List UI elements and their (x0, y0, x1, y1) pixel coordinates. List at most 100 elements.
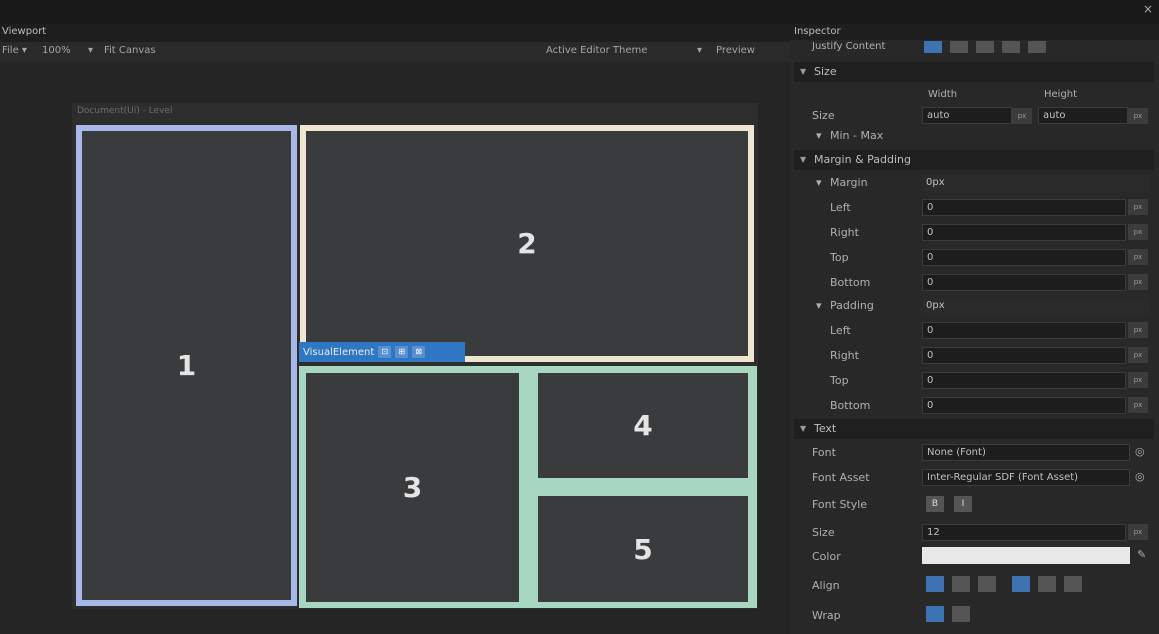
height-field[interactable]: auto (1038, 107, 1128, 124)
padding-bottom-label: Bottom (830, 399, 871, 412)
document-label: Document(Ui) - Level (77, 106, 173, 116)
padding-left-field[interactable]: 0 (922, 322, 1126, 339)
layout-icon[interactable]: ⊞ (395, 346, 409, 358)
margin-right-label: Right (830, 226, 859, 239)
box-label: 3 (402, 471, 423, 504)
file-menu[interactable]: File ▾ (2, 45, 27, 56)
box-label: 1 (176, 349, 197, 382)
delete-icon[interactable]: ⊠ (412, 346, 426, 358)
target-icon[interactable]: ◎ (1135, 470, 1145, 483)
padding-right-field[interactable]: 0 (922, 347, 1126, 364)
padding-summary: 0px (922, 298, 1150, 315)
width-field[interactable]: auto (922, 107, 1012, 124)
justify-between-button[interactable] (1002, 41, 1020, 53)
color-swatch[interactable] (922, 547, 1130, 564)
size-label: Size (812, 109, 835, 122)
margin-right-field[interactable]: 0 (922, 224, 1126, 241)
font-label: Font (812, 446, 836, 459)
margin-bottom-label: Bottom (830, 276, 871, 289)
font-style-label: Font Style (812, 498, 868, 511)
align-left-button[interactable] (926, 576, 944, 592)
padding-top-field[interactable]: 0 (922, 372, 1126, 389)
height-column-label: Height (1044, 89, 1078, 100)
text-section-header[interactable]: Text (794, 419, 1154, 439)
element-box-3[interactable]: 3 (306, 373, 519, 602)
chevron-down-icon[interactable]: ▾ (816, 176, 822, 189)
target-icon[interactable]: ◎ (1135, 445, 1145, 458)
padding-right-unit[interactable]: px (1128, 347, 1148, 363)
justify-end-button[interactable] (976, 41, 994, 53)
padding-bottom-field[interactable]: 0 (922, 397, 1126, 414)
align-middle-button[interactable] (1038, 576, 1056, 592)
box-label: 4 (633, 409, 653, 442)
padding-top-unit[interactable]: px (1128, 372, 1148, 388)
selection-tag[interactable]: VisualElement ⊡ ⊞ ⊠ (299, 342, 465, 362)
font-asset-field[interactable]: Inter-Regular SDF (Font Asset) (922, 469, 1130, 486)
zoom-dropdown[interactable]: 100% (42, 45, 71, 56)
margin-label: Margin (830, 176, 868, 189)
element-box-1[interactable]: 1 (76, 125, 297, 606)
theme-dropdown[interactable]: Active Editor Theme (546, 45, 647, 56)
size-text-label: Size (812, 526, 835, 539)
minmax-label[interactable]: Min - Max (830, 129, 883, 142)
margin-left-unit[interactable]: px (1128, 199, 1148, 215)
padding-label: Padding (830, 299, 874, 312)
chevron-down-icon[interactable]: ▾ (816, 299, 822, 312)
font-asset-label: Font Asset (812, 471, 870, 484)
align-bottom-button[interactable] (1064, 576, 1082, 592)
width-unit[interactable]: px (1012, 108, 1032, 124)
inspector-title: Inspector (794, 26, 841, 37)
align-right-button[interactable] (978, 576, 996, 592)
font-size-unit[interactable]: px (1128, 524, 1148, 540)
font-size-field[interactable]: 12 (922, 524, 1126, 541)
chevron-down-icon[interactable]: ▾ (697, 45, 702, 56)
wrap-label: Wrap (812, 609, 841, 622)
chevron-down-icon[interactable]: ▾ (88, 45, 93, 56)
padding-right-label: Right (830, 349, 859, 362)
size-section-header[interactable]: Size (794, 62, 1154, 82)
margin-padding-section-header[interactable]: Margin & Padding (794, 150, 1154, 170)
margin-left-label: Left (830, 201, 851, 214)
height-unit[interactable]: px (1128, 108, 1148, 124)
close-icon[interactable]: × (1143, 2, 1153, 16)
fit-canvas-button[interactable]: Fit Canvas (104, 45, 156, 56)
bold-button[interactable]: B (926, 496, 944, 512)
width-column-label: Width (928, 89, 958, 100)
viewport-toolbar: File ▾ 100% ▾ Fit Canvas Active Editor T… (0, 42, 790, 62)
justify-start-button[interactable] (924, 41, 942, 53)
element-box-4[interactable]: 4 (538, 373, 748, 478)
chevron-down-icon[interactable]: ▾ (816, 129, 822, 142)
align-label: Align (812, 579, 840, 592)
align-center-button[interactable] (952, 576, 970, 592)
preview-button[interactable]: Preview (716, 45, 755, 56)
box-label: 2 (517, 227, 537, 260)
justify-center-button[interactable] (950, 41, 968, 53)
wrap-on-button[interactable] (926, 606, 944, 622)
italic-button[interactable]: I (954, 496, 972, 512)
viewport-title: Viewport (2, 26, 47, 37)
eyedropper-icon[interactable]: ✎ (1137, 548, 1146, 561)
margin-bottom-field[interactable]: 0 (922, 274, 1126, 291)
frame-icon[interactable]: ⊡ (378, 346, 392, 358)
color-label: Color (812, 550, 841, 563)
padding-top-label: Top (830, 374, 849, 387)
margin-top-field[interactable]: 0 (922, 249, 1126, 266)
padding-left-label: Left (830, 324, 851, 337)
selection-tag-label: VisualElement (303, 346, 375, 358)
margin-summary: 0px (922, 175, 1150, 192)
margin-top-unit[interactable]: px (1128, 249, 1148, 265)
element-box-5[interactable]: 5 (538, 496, 748, 602)
padding-bottom-unit[interactable]: px (1128, 397, 1148, 413)
margin-right-unit[interactable]: px (1128, 224, 1148, 240)
padding-left-unit[interactable]: px (1128, 322, 1148, 338)
justify-around-button[interactable] (1028, 41, 1046, 53)
element-box-2[interactable]: 2 (300, 125, 754, 362)
window-titlebar (0, 0, 1159, 24)
font-field[interactable]: None (Font) (922, 444, 1130, 461)
margin-bottom-unit[interactable]: px (1128, 274, 1148, 290)
margin-top-label: Top (830, 251, 849, 264)
align-top-button[interactable] (1012, 576, 1030, 592)
box-label: 5 (633, 532, 653, 566)
wrap-off-button[interactable] (952, 606, 970, 622)
margin-left-field[interactable]: 0 (922, 199, 1126, 216)
